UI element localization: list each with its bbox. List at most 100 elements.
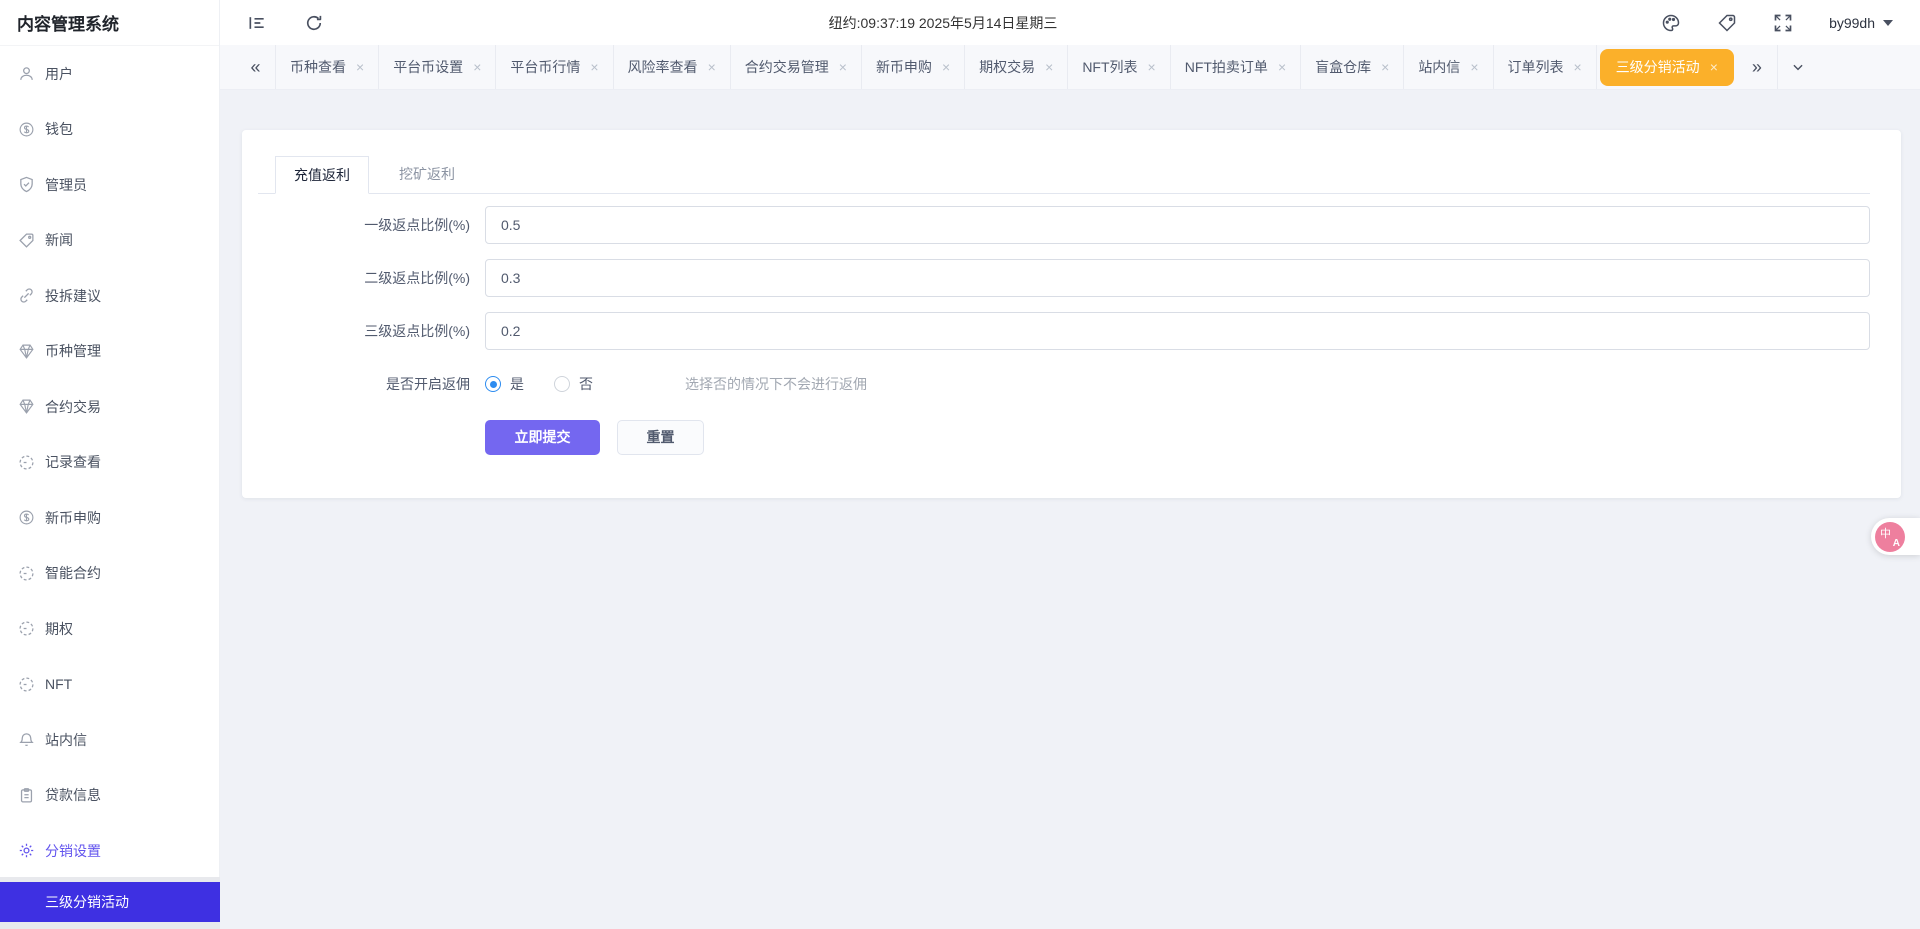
tag-icon <box>18 232 35 249</box>
translate-en-glyph: A <box>1892 537 1900 549</box>
form-row-buttons: 立即提交 重置 <box>258 418 1870 456</box>
sidebar-item-nft[interactable]: NFT <box>0 657 219 713</box>
sidebar-item-label: 投拆建议 <box>45 287 101 304</box>
sidebar-item-feedback[interactable]: 投拆建议 <box>0 268 219 324</box>
rebate-switch-label: 是否开启返佣 <box>386 376 470 392</box>
tab-site-messages[interactable]: 站内信 × <box>1404 45 1494 89</box>
sidebar-item-coins[interactable]: 币种管理 <box>0 324 219 380</box>
sidebar-item-news[interactable]: 新闻 <box>0 213 219 269</box>
close-icon[interactable]: × <box>708 60 716 74</box>
close-icon[interactable]: × <box>473 60 481 74</box>
tab-three-level-distribution-active[interactable]: 三级分销活动 × <box>1599 48 1734 86</box>
fullscreen-icon[interactable] <box>1773 13 1793 33</box>
tab-label: 订单列表 <box>1507 59 1564 75</box>
gear-icon <box>18 842 35 859</box>
close-icon[interactable]: × <box>1278 60 1286 74</box>
tabs-scroll-right-button[interactable]: » <box>1737 45 1777 89</box>
sidebar-item-label: 用户 <box>45 65 73 82</box>
tab-mining-rebate[interactable]: 挖矿返利 <box>369 155 485 193</box>
level2-rebate-input[interactable] <box>485 259 1870 297</box>
sidebar-item-options[interactable]: 期权 <box>0 601 219 657</box>
sidebar-item-users[interactable]: 用户 <box>0 46 219 102</box>
tab-nft-list[interactable]: NFT列表 × <box>1068 45 1171 89</box>
sidebar-item-messages[interactable]: 站内信 <box>0 712 219 768</box>
radio-unchecked-icon <box>554 376 570 392</box>
tab-order-list[interactable]: 订单列表 × <box>1494 45 1597 89</box>
close-icon[interactable]: × <box>942 60 950 74</box>
dashed-circle-icon <box>18 565 35 582</box>
tab-options-trade[interactable]: 期权交易 × <box>965 45 1069 89</box>
sidebar-item-records[interactable]: 记录查看 <box>0 435 219 491</box>
close-icon[interactable]: × <box>590 60 598 74</box>
topbar-left <box>220 13 324 33</box>
tab-label: 合约交易管理 <box>744 59 829 75</box>
sidebar-item-admins[interactable]: 管理员 <box>0 157 219 213</box>
close-icon[interactable]: × <box>1045 60 1053 74</box>
sidebar-item-label: 记录查看 <box>45 454 101 471</box>
rebate-switch-radio-group: 是 否 <box>485 374 593 394</box>
form-row-rebate-switch: 是否开启返佣 是 否 选择否的情况下不会进行返佣 <box>258 365 1870 403</box>
tags-view-bar: « 币种查看 × 平台币设置 × 平台币行情 × 风险率查看 × 合约交易管理 … <box>220 45 1920 90</box>
close-icon[interactable]: × <box>1381 60 1389 74</box>
sidebar-item-label: 站内信 <box>45 731 87 748</box>
radio-no-label: 否 <box>579 376 593 392</box>
translate-widget[interactable]: 中 A <box>1871 518 1920 555</box>
sidebar-item-contract-trade[interactable]: 合约交易 <box>0 379 219 435</box>
close-icon[interactable]: × <box>839 60 847 74</box>
level1-rebate-input[interactable] <box>485 206 1870 244</box>
sidebar-item-wallet[interactable]: 钱包 <box>0 102 219 158</box>
tabs-scroll-left-button[interactable]: « <box>236 45 276 89</box>
sidebar-item-smart-contract[interactable]: 智能合约 <box>0 546 219 602</box>
tab-label: 新币申购 <box>875 59 932 75</box>
form-row-level1: 一级返点比例(%) <box>258 206 1870 244</box>
close-icon[interactable]: × <box>1148 60 1156 74</box>
refresh-icon[interactable] <box>304 13 324 33</box>
tab-coin-view[interactable]: 币种查看 × <box>276 45 380 89</box>
topbar-right: by99dh <box>1661 13 1920 33</box>
sidebar: 内容管理系统 用户 钱包 管理员 新闻 投拆建议 币种管理 合约交易 记录查看 … <box>0 0 220 929</box>
chevron-down-icon <box>1793 64 1803 71</box>
sidebar-subitem-three-level-distribution[interactable]: 三级分销活动 <box>0 882 220 922</box>
translate-icon: 中 A <box>1875 521 1905 552</box>
close-icon[interactable]: × <box>356 60 364 74</box>
tab-platform-coin-settings[interactable]: 平台币设置 × <box>379 45 497 89</box>
close-icon[interactable]: × <box>1574 60 1582 74</box>
sidebar-item-label: 分销设置 <box>45 842 101 859</box>
sidebar-menu: 用户 钱包 管理员 新闻 投拆建议 币种管理 合约交易 记录查看 新币申购 智能… <box>0 46 219 879</box>
form-row-level3: 三级返点比例(%) <box>258 312 1870 350</box>
link-icon <box>18 287 35 304</box>
palette-icon[interactable] <box>1661 13 1681 33</box>
tabs-menu-button[interactable] <box>1776 45 1819 89</box>
tag-icon[interactable] <box>1717 13 1737 33</box>
user-menu[interactable]: by99dh <box>1829 15 1893 31</box>
tab-recharge-rebate[interactable]: 充值返利 <box>275 156 369 194</box>
tab-label: 三级分销活动 <box>1615 59 1700 75</box>
reset-button[interactable]: 重置 <box>617 419 704 455</box>
close-icon[interactable]: × <box>1470 60 1478 74</box>
dashed-circle-icon <box>18 620 35 637</box>
tab-new-coin-subscribe[interactable]: 新币申购 × <box>862 45 966 89</box>
tab-risk-rate-view[interactable]: 风险率查看 × <box>614 45 731 89</box>
close-icon[interactable]: × <box>1710 60 1718 74</box>
dashed-circle-icon <box>18 454 35 471</box>
bell-icon <box>18 731 35 748</box>
tab-label: NFT列表 <box>1082 59 1138 75</box>
dashed-circle-icon <box>18 676 35 693</box>
sidebar-item-label: 新币申购 <box>45 509 101 526</box>
radio-option-no[interactable]: 否 <box>554 374 593 394</box>
tab-platform-coin-market[interactable]: 平台币行情 × <box>496 45 614 89</box>
tab-nft-auction-orders[interactable]: NFT拍卖订单 × <box>1171 45 1302 89</box>
radio-checked-icon <box>485 376 501 392</box>
sidebar-fold-icon[interactable] <box>247 13 267 33</box>
submit-button[interactable]: 立即提交 <box>485 419 600 455</box>
radio-option-yes[interactable]: 是 <box>485 374 524 394</box>
rebate-tabs: 充值返利 挖矿返利 <box>258 156 1870 194</box>
tab-label: 平台币行情 <box>510 59 581 75</box>
sidebar-item-distribution-settings[interactable]: 分销设置 <box>0 823 219 879</box>
tab-label: 盲盒仓库 <box>1315 59 1372 75</box>
sidebar-item-loans[interactable]: 贷款信息 <box>0 768 219 824</box>
level3-rebate-input[interactable] <box>485 312 1870 350</box>
tab-contract-trade-manage[interactable]: 合约交易管理 × <box>731 45 862 89</box>
sidebar-item-new-coin[interactable]: 新币申购 <box>0 490 219 546</box>
tab-blind-box-warehouse[interactable]: 盲盒仓库 × <box>1301 45 1405 89</box>
